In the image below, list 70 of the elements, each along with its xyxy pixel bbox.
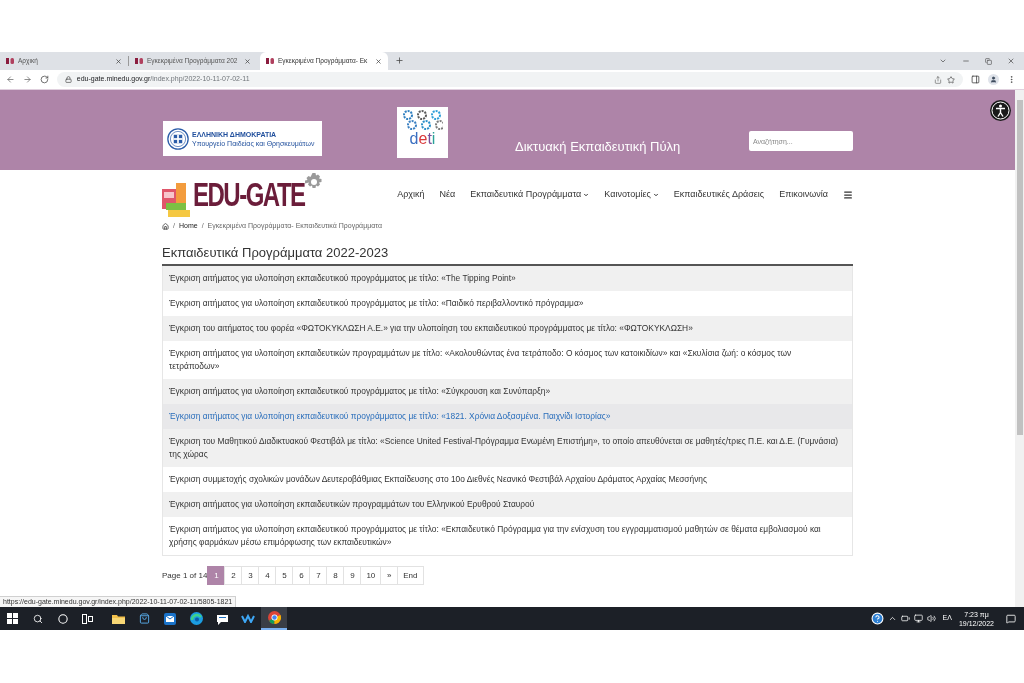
page-link[interactable]: 3 — [241, 566, 260, 585]
page-link[interactable]: 5 — [275, 566, 294, 585]
tab-search-icon[interactable] — [939, 57, 947, 65]
page-link[interactable]: 9 — [343, 566, 362, 585]
close-icon[interactable] — [375, 57, 382, 65]
lock-icon — [64, 76, 72, 83]
search-icon[interactable] — [32, 613, 43, 624]
back-icon[interactable] — [6, 75, 15, 84]
page-link[interactable]: 2 — [224, 566, 243, 585]
accessibility-icon[interactable] — [990, 100, 1011, 121]
forward-icon[interactable] — [22, 75, 32, 84]
nav-link[interactable]: Νέα — [439, 188, 456, 202]
battery-icon[interactable] — [900, 614, 910, 623]
close-window-icon[interactable] — [1007, 57, 1015, 65]
emblem-icon — [167, 127, 189, 150]
nav-link[interactable]: Εκπαιδευτικά Προγράμματα — [470, 188, 590, 202]
windows-icon[interactable] — [7, 613, 18, 624]
nav-link[interactable]: Αρχική — [397, 188, 425, 202]
chat-app-icon[interactable] — [215, 612, 229, 625]
books-icon — [162, 183, 192, 217]
favicon-icon — [266, 58, 274, 64]
home-icon[interactable] — [162, 222, 169, 230]
shopping-bag-icon[interactable] — [138, 613, 150, 624]
edge-icon[interactable] — [189, 612, 203, 625]
circle-icon[interactable] — [57, 613, 68, 624]
nav-link[interactable]: Εκπαιδευτικές Δράσεις — [673, 188, 765, 202]
portal-title: Δικτυακή Εκπαιδευτική Πύλη — [515, 139, 681, 155]
partner-logo[interactable]: deti — [397, 107, 448, 158]
scrollbar-thumb[interactable] — [1016, 100, 1023, 435]
folder-icon[interactable] — [111, 613, 125, 624]
gear-icon — [304, 173, 323, 191]
notifications-icon[interactable] — [1006, 613, 1016, 624]
bookmark-star-icon[interactable] — [947, 75, 956, 84]
page-link[interactable]: 8 — [326, 566, 345, 585]
page-link[interactable]: End — [397, 566, 424, 585]
program-link[interactable]: Έγκριση αιτήματος για υλοποίηση εκπαιδευτικών προγραμμάτων του Ελληνικού Ερυθρού Σταυρού — [163, 492, 852, 517]
program-link[interactable]: Έγκριση του Μαθητικού Διαδικτυακού Φεστιβάλ με τίτλο: «Science United Festival-Πρόγραμμα Ενωμένη Επιστήμη», το οποίο απευθύνεται σε μαθητές/τριες Π.Ε. και Δ.Ε. (Γυμνάσια) της χώρας — [163, 429, 852, 467]
new-tab-icon[interactable] — [395, 56, 404, 65]
page-link[interactable]: 6 — [292, 566, 311, 585]
page-link[interactable]: 10 — [360, 566, 382, 585]
page-link[interactable]: 4 — [258, 566, 277, 585]
task-view-icon[interactable] — [82, 613, 93, 624]
chrome-icon[interactable] — [267, 611, 281, 624]
gears-icon — [402, 110, 443, 130]
tray-expand-icon[interactable] — [887, 614, 897, 623]
mail-app-icon[interactable] — [164, 612, 176, 625]
nav-link[interactable]: Επικοινωνία — [779, 188, 828, 202]
menu-icon[interactable] — [843, 190, 853, 200]
volume-icon[interactable] — [926, 614, 936, 623]
close-icon[interactable] — [115, 57, 122, 65]
nav-link[interactable]: Καινοτομίες — [604, 188, 659, 202]
reload-icon[interactable] — [39, 75, 49, 84]
restore-icon[interactable] — [985, 57, 992, 65]
section-heading: Εκπαιδευτικά Προγράμματα 2022-2023 — [162, 244, 390, 262]
page-summary: Page 1 of 14 — [162, 569, 208, 582]
side-panel-icon[interactable] — [971, 75, 981, 84]
close-icon[interactable] — [244, 57, 251, 65]
monitor-icon[interactable] — [913, 614, 923, 623]
help-icon[interactable] — [870, 612, 884, 625]
site-logo[interactable]: EDU-GATE — [162, 173, 323, 217]
profile-icon[interactable] — [988, 74, 1000, 85]
favicon-icon — [135, 58, 143, 64]
app-icon[interactable] — [241, 614, 255, 623]
favicon-icon — [6, 58, 14, 64]
program-link[interactable]: Έγκριση αιτήματος για υλοποίηση εκπαιδευτικού προγράμματος με τίτλο: «1821. Χρόνια Δοξασμένα. Παιχνίδι Ιστορίας» — [163, 404, 852, 429]
page-link[interactable]: » — [380, 566, 399, 585]
program-link[interactable]: Έγκριση αιτήματος για υλοποίηση εκπαιδευτικού προγράμματος με τίτλο: «The Tipping Point» — [163, 266, 852, 291]
program-link[interactable]: Έγκριση του αιτήματος του φορέα «ΦΩΤΟΚΥΚΛΩΣΗ Α.Ε.» για την υλοποίηση του εκπαιδευτικού προγράμματος με τίτλο: «ΦΩΤΟΚΥΚΛΩΣΗ» — [163, 316, 852, 341]
page-link[interactable]: 7 — [309, 566, 328, 585]
program-link[interactable]: Έγκριση αιτήματος για υλοποίηση εκπαιδευτικού προγράμματος με τίτλο: «Σύγκρουση και Συνύπαρξη» — [163, 379, 852, 404]
